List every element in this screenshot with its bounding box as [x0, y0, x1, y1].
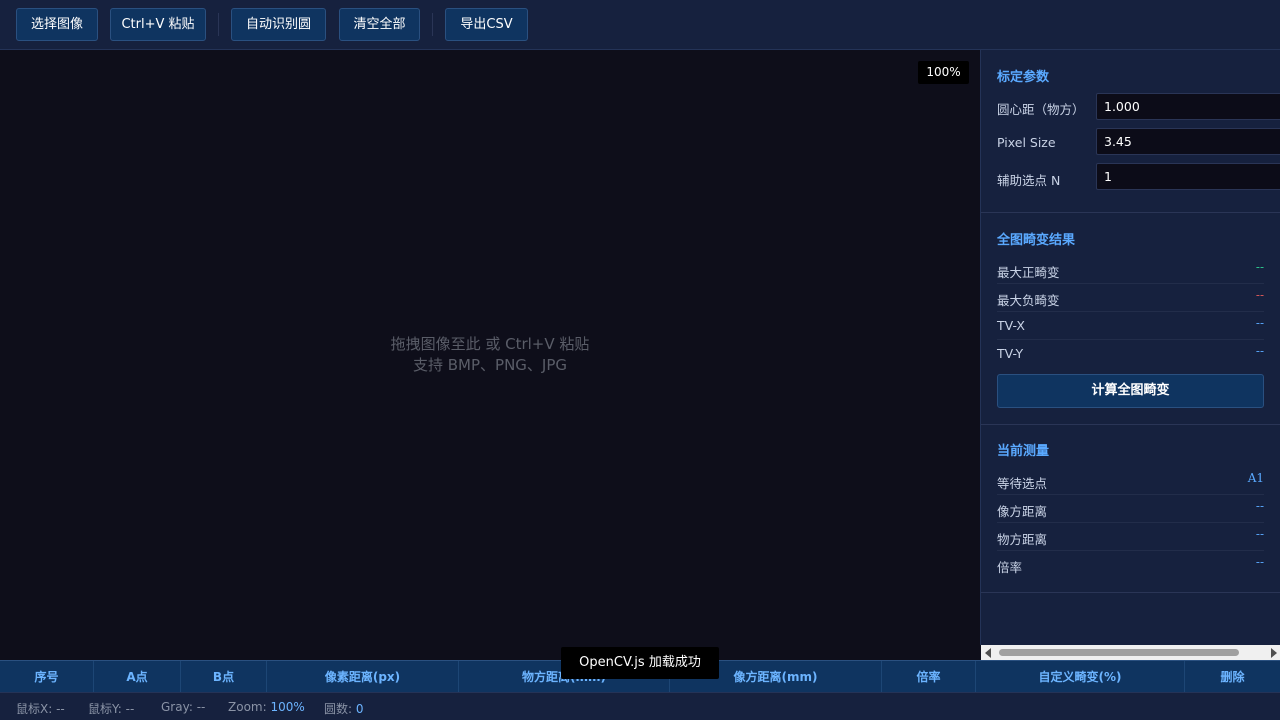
gray-status: Gray: -- — [161, 700, 205, 714]
tv-y-label: TV-Y — [997, 346, 1024, 361]
waiting-point-label: 等待选点 — [997, 476, 1048, 491]
scroll-left-arrow-icon[interactable] — [985, 648, 991, 658]
column-index: 序号 — [0, 661, 94, 693]
compute-distortion-button[interactable]: 计算全图畸变 — [997, 374, 1264, 408]
object-distance-value: -- — [1255, 527, 1264, 541]
waiting-point-value: A1 — [1247, 471, 1264, 485]
max-positive-distortion-label: 最大正畸变 — [997, 265, 1060, 280]
gray-label: Gray: — [161, 700, 193, 714]
image-distance-label: 像方距离 — [997, 504, 1048, 519]
tv-y-row: TV-Y -- — [997, 340, 1264, 368]
auto-detect-circles-button[interactable]: 自动识别圆 — [231, 8, 326, 41]
toast-notification: OpenCV.js 加载成功 — [561, 647, 719, 679]
max-positive-distortion-row: 最大正畸变 -- — [997, 256, 1264, 284]
clear-all-button[interactable]: 清空全部 — [339, 8, 420, 41]
object-distance-row: 物方距离 -- — [997, 523, 1264, 551]
max-negative-distortion-value: -- — [1255, 288, 1264, 302]
assist-points-input[interactable] — [1096, 163, 1280, 190]
drop-hint-primary: 拖拽图像至此 或 Ctrl+V 粘贴 — [390, 335, 590, 353]
pixel-size-input[interactable] — [1096, 128, 1280, 155]
column-point-b: B点 — [181, 661, 267, 693]
side-panel: 标定参数 圆心距（物方） Pixel Size 辅助选点 N 全图畸变结果 最大… — [980, 50, 1280, 645]
max-negative-distortion-label: 最大负畸变 — [997, 293, 1060, 308]
circle-count-status: 圆数: 0 — [324, 700, 364, 717]
toolbar-divider — [432, 13, 433, 36]
pixel-size-label: Pixel Size — [997, 135, 1056, 150]
mouse-x-value: -- — [56, 702, 65, 716]
tv-x-row: TV-X -- — [997, 312, 1264, 340]
image-distance-row: 像方距离 -- — [997, 495, 1264, 523]
toolbar: 选择图像 Ctrl+V 粘贴 自动识别圆 清空全部 导出CSV — [0, 0, 1280, 50]
zoom-value: 100% — [270, 700, 305, 714]
max-positive-distortion-value: -- — [1255, 260, 1264, 274]
status-bar: 鼠标X: -- 鼠标Y: -- Gray: -- Zoom: 100% 圆数: … — [0, 692, 1280, 720]
measurement-title: 当前测量 — [997, 444, 1050, 459]
column-magnification: 倍率 — [882, 661, 976, 693]
column-pixel-distance: 像素距离(px) — [267, 661, 459, 693]
paste-button[interactable]: Ctrl+V 粘贴 — [110, 8, 206, 41]
panel-horizontal-scrollbar[interactable] — [981, 645, 1280, 660]
mouse-x-label: 鼠标X: — [16, 702, 53, 716]
calibration-title: 标定参数 — [997, 70, 1050, 85]
export-csv-button[interactable]: 导出CSV — [445, 8, 528, 41]
scroll-right-arrow-icon[interactable] — [1271, 648, 1277, 658]
column-delete: 删除 — [1220, 670, 1245, 684]
circle-count-label: 圆数: — [324, 702, 353, 716]
select-image-button[interactable]: 选择图像 — [16, 8, 98, 41]
tv-y-value: -- — [1255, 344, 1264, 358]
measurement-section: 当前测量 等待选点 A1 像方距离 -- 物方距离 -- 倍率 -- — [981, 425, 1280, 593]
magnification-row: 倍率 -- — [997, 551, 1264, 579]
zoom-status: Zoom: 100% — [228, 700, 305, 714]
magnification-value: -- — [1255, 555, 1264, 569]
tv-x-label: TV-X — [997, 318, 1025, 333]
waiting-point-row: 等待选点 A1 — [997, 467, 1264, 495]
max-negative-distortion-row: 最大负畸变 -- — [997, 284, 1264, 312]
drop-hint-formats: 支持 BMP、PNG、JPG — [412, 356, 568, 374]
magnification-label: 倍率 — [997, 560, 1023, 575]
zoom-badge: 100% — [918, 61, 969, 84]
mouse-x-status: 鼠标X: -- — [16, 700, 65, 717]
center-distance-label: 圆心距（物方） — [997, 102, 1085, 117]
object-distance-label: 物方距离 — [997, 532, 1048, 547]
gray-value: -- — [196, 700, 206, 714]
toolbar-divider — [218, 13, 219, 36]
column-point-a: A点 — [94, 661, 181, 693]
center-distance-input[interactable] — [1096, 93, 1280, 120]
mouse-y-value: -- — [125, 702, 135, 716]
image-distance-value: -- — [1255, 499, 1264, 513]
circle-count-value: 0 — [355, 702, 364, 716]
assist-points-label: 辅助选点 N — [997, 173, 1061, 188]
calibration-section: 标定参数 圆心距（物方） Pixel Size 辅助选点 N — [981, 50, 1280, 213]
scrollbar-thumb[interactable] — [999, 649, 1239, 656]
mouse-y-label: 鼠标Y: — [88, 702, 122, 716]
tv-x-value: -- — [1255, 316, 1264, 330]
distortion-title: 全图畸变结果 — [997, 233, 1076, 248]
mouse-y-status: 鼠标Y: -- — [88, 700, 134, 717]
column-custom-distortion: 自定义畸变(%) — [976, 661, 1185, 693]
zoom-label: Zoom: — [228, 700, 267, 714]
